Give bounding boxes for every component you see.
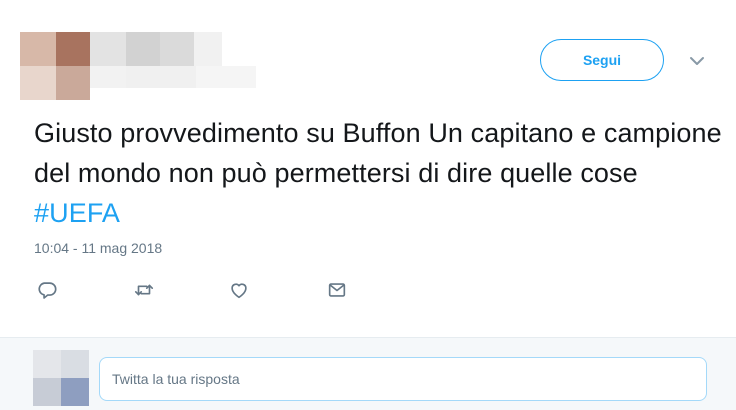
reply-box: Twitta la tua risposta: [0, 337, 736, 410]
chevron-down-icon[interactable]: [688, 54, 706, 66]
hashtag-link[interactable]: #UEFA: [34, 198, 120, 228]
tweet-body-text: Giusto provvedimento su Buffon Un capita…: [34, 118, 722, 188]
reply-icon[interactable]: [36, 279, 60, 303]
tweet-text: Giusto provvedimento su Buffon Un capita…: [34, 113, 724, 233]
retweet-icon[interactable]: [132, 279, 156, 303]
avatar: [33, 350, 89, 406]
like-icon[interactable]: [228, 279, 252, 303]
tweet-card: Segui Giusto provvedimento su Buffon Un …: [0, 0, 736, 336]
obscured-author-header: [20, 32, 260, 100]
reply-placeholder: Twitta la tua risposta: [112, 371, 240, 387]
tweet-timestamp[interactable]: 10:04 - 11 mag 2018: [34, 240, 162, 256]
reply-input[interactable]: Twitta la tua risposta: [99, 357, 707, 401]
follow-button[interactable]: Segui: [540, 39, 664, 81]
direct-message-icon[interactable]: [326, 279, 350, 303]
